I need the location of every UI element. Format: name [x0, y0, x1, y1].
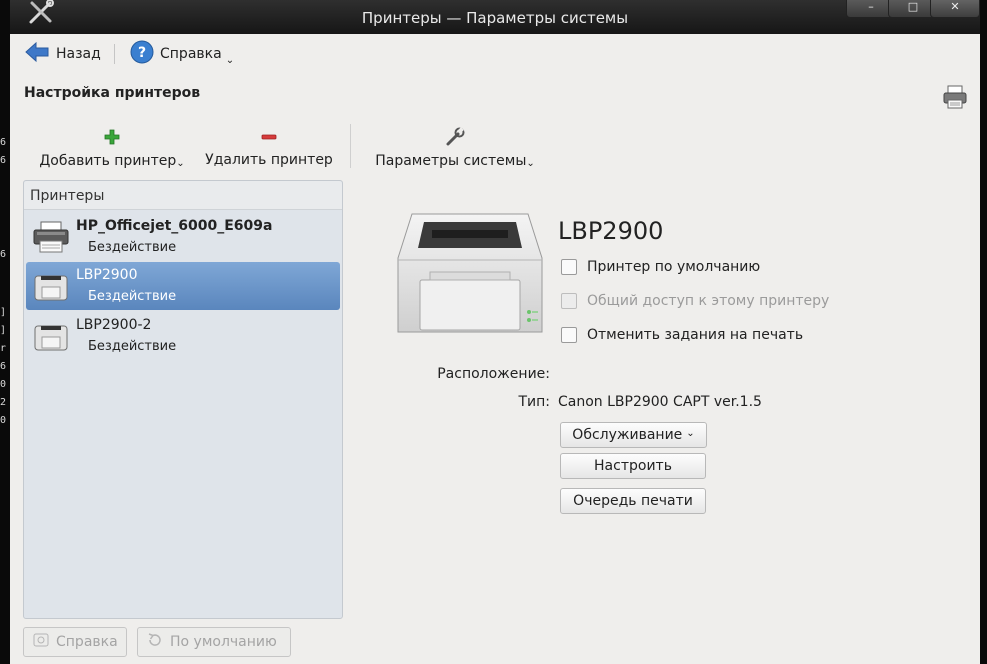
- background-text: 2: [0, 397, 7, 408]
- background-text: ]: [0, 325, 7, 336]
- checkbox-box[interactable]: [561, 327, 577, 343]
- bottom-help-button[interactable]: Справка: [23, 627, 127, 657]
- background-text: 0: [0, 415, 7, 426]
- inkjet-printer-icon: [32, 219, 70, 259]
- printer-name: LBP2900: [76, 267, 138, 283]
- maintenance-label: Обслуживание: [572, 427, 683, 443]
- printer-name: LBP2900-2: [76, 317, 152, 333]
- toolbar-separator: [114, 44, 115, 64]
- close-icon: ✕: [950, 0, 960, 13]
- add-printer-label: Добавить принтер: [39, 152, 177, 169]
- minimize-icon: –: [868, 0, 874, 13]
- printer-state: Бездействие: [88, 289, 177, 304]
- type-value: Canon LBP2900 CAPT ver.1.5: [558, 394, 762, 410]
- laser-printer-icon: [32, 268, 70, 308]
- reject-jobs-checkbox[interactable]: Отменить задания на печать: [561, 324, 803, 346]
- printer-state: Бездействие: [88, 240, 177, 255]
- chevron-down-icon: ⌄: [526, 158, 535, 169]
- chevron-down-icon: ⌄: [176, 158, 185, 169]
- laser-printer-icon: [32, 318, 70, 358]
- printer-list[interactable]: Принтеры HP_Officejet_6000_E609a Бездейс…: [23, 180, 343, 619]
- plus-icon: [103, 128, 121, 150]
- restore-defaults-button[interactable]: По умолчанию: [137, 627, 291, 657]
- checkbox-box[interactable]: [561, 259, 577, 275]
- remove-printer-label: Удалить принтер: [205, 152, 333, 168]
- chevron-down-icon: ⌄: [225, 54, 235, 66]
- action-separator: [350, 124, 351, 168]
- bottom-help-label: Справка: [56, 634, 118, 650]
- printer-image: [390, 208, 550, 344]
- checkbox-box[interactable]: [561, 293, 577, 309]
- system-settings-window: Принтеры — Параметры системы – □ ✕ Назад…: [10, 0, 980, 664]
- printer-state: Бездействие: [88, 339, 177, 354]
- type-label: Тип:: [518, 394, 550, 410]
- printer-name: HP_Officejet_6000_E609a: [76, 218, 273, 234]
- window-title: Принтеры — Параметры системы: [361, 9, 629, 27]
- background-text: 6: [0, 137, 7, 148]
- maximize-icon: □: [907, 0, 919, 13]
- printer-icon: [942, 84, 968, 114]
- minus-icon: [260, 128, 278, 150]
- title-bar[interactable]: Принтеры — Параметры системы – □ ✕: [10, 0, 980, 34]
- help-label: Справка: [160, 46, 222, 62]
- print-queue-button[interactable]: Очередь печати: [560, 488, 706, 514]
- add-printer-button[interactable]: Добавить принтер ⌄: [32, 128, 192, 172]
- restore-defaults-label: По умолчанию: [170, 634, 277, 650]
- share-printer-checkbox[interactable]: Общий доступ к этому принтеру: [561, 290, 829, 312]
- default-printer-checkbox[interactable]: Принтер по умолчанию: [561, 256, 760, 278]
- remove-printer-button[interactable]: Удалить принтер: [200, 128, 338, 172]
- printer-list-item-lbp2900[interactable]: LBP2900 Бездействие: [26, 262, 340, 310]
- background-text: 6: [0, 155, 7, 166]
- background-text: 0: [0, 379, 7, 390]
- back-label: Назад: [56, 46, 101, 62]
- system-settings-label: Параметры системы: [375, 152, 527, 169]
- location-label: Расположение:: [437, 366, 550, 382]
- maintenance-button[interactable]: Обслуживание ⌄: [560, 422, 707, 448]
- printer-list-header: Принтеры: [24, 181, 342, 210]
- help-menu-button[interactable]: ? Справка ⌄: [130, 40, 234, 68]
- printer-list-item-lbp2900-2[interactable]: LBP2900-2 Бездействие: [26, 312, 340, 360]
- page-title: Настройка принтеров: [24, 85, 201, 101]
- back-button[interactable]: Назад: [24, 40, 101, 68]
- background-text: r: [0, 343, 7, 354]
- help-icon: ?: [130, 40, 154, 68]
- print-queue-label: Очередь печати: [573, 493, 693, 509]
- close-button[interactable]: ✕: [930, 0, 980, 18]
- main-toolbar: Назад ? Справка ⌄: [10, 34, 980, 76]
- background-text: 6: [0, 249, 7, 260]
- printer-title: LBP2900: [558, 217, 664, 245]
- help-icon: [32, 631, 50, 653]
- chevron-down-icon: ⌄: [686, 427, 695, 439]
- wrench-icon: [444, 126, 466, 152]
- restore-icon: [146, 631, 164, 653]
- background-text: ]: [0, 307, 7, 318]
- default-printer-label: Принтер по умолчанию: [587, 259, 761, 275]
- background-text: 6: [0, 361, 7, 372]
- configure-label: Настроить: [594, 458, 672, 474]
- printer-list-item-hp[interactable]: HP_Officejet_6000_E609a Бездействие: [26, 213, 340, 261]
- back-arrow-icon: [24, 41, 50, 67]
- svg-text:?: ?: [138, 45, 146, 61]
- system-settings-button[interactable]: Параметры системы ⌄: [370, 126, 540, 172]
- configure-button[interactable]: Настроить: [560, 453, 706, 479]
- share-printer-label: Общий доступ к этому принтеру: [587, 293, 830, 309]
- reject-jobs-label: Отменить задания на печать: [587, 327, 804, 343]
